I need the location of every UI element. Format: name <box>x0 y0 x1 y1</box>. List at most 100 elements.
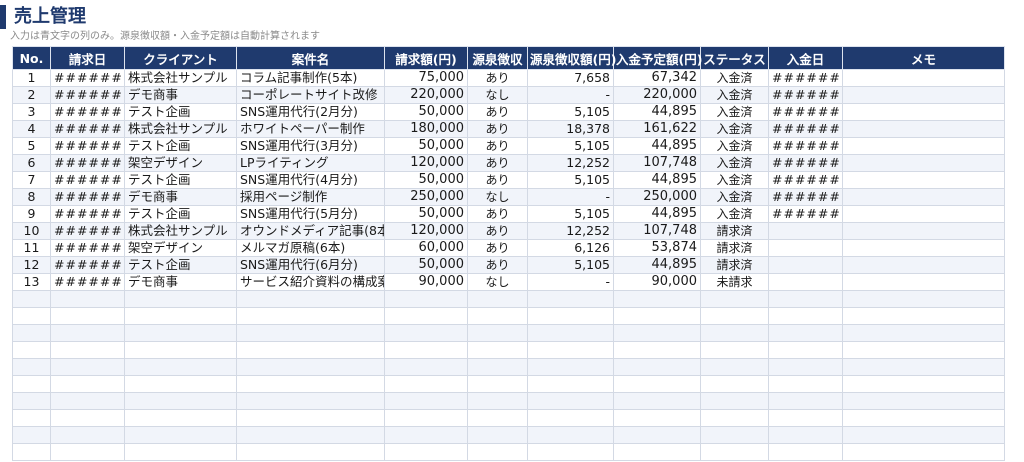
cell-memo[interactable] <box>842 443 1005 461</box>
cell-expected-amount[interactable] <box>613 443 701 461</box>
header-case-name[interactable]: 案件名 <box>236 46 385 70</box>
cell-invoice-amount[interactable]: 50,000 <box>384 256 468 274</box>
cell-withholding[interactable]: あり <box>467 222 528 240</box>
cell-memo[interactable] <box>842 86 1005 104</box>
cell-invoice-date[interactable] <box>50 426 125 444</box>
cell-withholding-amount[interactable]: 5,105 <box>527 171 614 189</box>
cell-no[interactable]: 7 <box>12 171 51 189</box>
cell-no[interactable] <box>12 358 51 376</box>
cell-client[interactable]: デモ商事 <box>124 86 237 104</box>
cell-expected-amount[interactable] <box>613 358 701 376</box>
cell-no[interactable]: 13 <box>12 273 51 291</box>
cell-memo[interactable] <box>842 137 1005 155</box>
header-memo[interactable]: メモ <box>842 46 1005 70</box>
cell-memo[interactable] <box>842 358 1005 376</box>
cell-paid-date[interactable]: ###### <box>768 69 843 87</box>
cell-case-name[interactable]: オウンドメディア記事(8本) <box>236 222 385 240</box>
cell-client[interactable] <box>124 443 237 461</box>
cell-memo[interactable] <box>842 409 1005 427</box>
cell-invoice-amount[interactable] <box>384 392 468 410</box>
cell-invoice-amount[interactable] <box>384 409 468 427</box>
cell-expected-amount[interactable]: 250,000 <box>613 188 701 206</box>
cell-case-name[interactable] <box>236 341 385 359</box>
cell-withholding[interactable] <box>467 324 528 342</box>
cell-status[interactable] <box>700 409 769 427</box>
cell-memo[interactable] <box>842 222 1005 240</box>
cell-no[interactable]: 8 <box>12 188 51 206</box>
cell-paid-date[interactable] <box>768 443 843 461</box>
cell-paid-date[interactable]: ###### <box>768 205 843 223</box>
cell-memo[interactable] <box>842 69 1005 87</box>
cell-invoice-date[interactable]: ###### <box>50 154 125 172</box>
cell-withholding[interactable]: なし <box>467 86 528 104</box>
cell-case-name[interactable]: コラム記事制作(5本) <box>236 69 385 87</box>
cell-invoice-amount[interactable] <box>384 324 468 342</box>
cell-no[interactable] <box>12 392 51 410</box>
cell-case-name[interactable] <box>236 426 385 444</box>
cell-withholding-amount[interactable] <box>527 426 614 444</box>
header-client[interactable]: クライアント <box>124 46 237 70</box>
cell-case-name[interactable] <box>236 443 385 461</box>
cell-status[interactable] <box>700 290 769 308</box>
cell-withholding[interactable]: あり <box>467 205 528 223</box>
cell-withholding-amount[interactable]: - <box>527 86 614 104</box>
cell-status[interactable] <box>700 426 769 444</box>
header-status[interactable]: ステータス <box>700 46 769 70</box>
cell-withholding[interactable] <box>467 443 528 461</box>
cell-memo[interactable] <box>842 273 1005 291</box>
cell-no[interactable]: 12 <box>12 256 51 274</box>
cell-invoice-amount[interactable] <box>384 290 468 308</box>
cell-expected-amount[interactable]: 107,748 <box>613 222 701 240</box>
cell-no[interactable] <box>12 324 51 342</box>
cell-case-name[interactable] <box>236 307 385 325</box>
cell-invoice-date[interactable] <box>50 392 125 410</box>
cell-invoice-amount[interactable] <box>384 307 468 325</box>
cell-memo[interactable] <box>842 103 1005 121</box>
cell-status[interactable] <box>700 392 769 410</box>
cell-status[interactable]: 請求済 <box>700 222 769 240</box>
cell-withholding[interactable]: あり <box>467 120 528 138</box>
cell-no[interactable]: 5 <box>12 137 51 155</box>
cell-case-name[interactable] <box>236 375 385 393</box>
cell-expected-amount[interactable] <box>613 341 701 359</box>
cell-client[interactable] <box>124 409 237 427</box>
cell-status[interactable]: 入金済 <box>700 137 769 155</box>
cell-withholding[interactable] <box>467 358 528 376</box>
cell-paid-date[interactable] <box>768 426 843 444</box>
cell-memo[interactable] <box>842 426 1005 444</box>
cell-expected-amount[interactable] <box>613 307 701 325</box>
cell-client[interactable] <box>124 290 237 308</box>
cell-case-name[interactable]: メルマガ原稿(6本) <box>236 239 385 257</box>
cell-case-name[interactable]: ホワイトペーパー制作 <box>236 120 385 138</box>
cell-invoice-date[interactable]: ###### <box>50 137 125 155</box>
cell-invoice-date[interactable] <box>50 358 125 376</box>
cell-withholding-amount[interactable] <box>527 341 614 359</box>
cell-case-name[interactable]: LPライティング <box>236 154 385 172</box>
cell-withholding[interactable]: あり <box>467 154 528 172</box>
cell-no[interactable]: 3 <box>12 103 51 121</box>
cell-client[interactable] <box>124 358 237 376</box>
cell-expected-amount[interactable]: 44,895 <box>613 103 701 121</box>
cell-client[interactable] <box>124 341 237 359</box>
cell-invoice-amount[interactable]: 180,000 <box>384 120 468 138</box>
cell-invoice-amount[interactable]: 120,000 <box>384 222 468 240</box>
cell-withholding-amount[interactable]: 6,126 <box>527 239 614 257</box>
cell-withholding-amount[interactable] <box>527 409 614 427</box>
cell-withholding[interactable]: なし <box>467 273 528 291</box>
cell-invoice-date[interactable]: ###### <box>50 171 125 189</box>
cell-case-name[interactable] <box>236 290 385 308</box>
cell-invoice-date[interactable]: ###### <box>50 205 125 223</box>
cell-client[interactable]: テスト企画 <box>124 205 237 223</box>
cell-expected-amount[interactable]: 90,000 <box>613 273 701 291</box>
cell-expected-amount[interactable] <box>613 290 701 308</box>
cell-withholding-amount[interactable]: 5,105 <box>527 205 614 223</box>
cell-paid-date[interactable] <box>768 392 843 410</box>
header-withholding[interactable]: 源泉徴収 <box>467 46 528 70</box>
cell-invoice-date[interactable]: ###### <box>50 188 125 206</box>
cell-client[interactable]: デモ商事 <box>124 188 237 206</box>
cell-withholding-amount[interactable]: 18,378 <box>527 120 614 138</box>
cell-case-name[interactable] <box>236 392 385 410</box>
cell-expected-amount[interactable]: 67,342 <box>613 69 701 87</box>
cell-case-name[interactable]: SNS運用代行(6月分) <box>236 256 385 274</box>
cell-status[interactable]: 入金済 <box>700 86 769 104</box>
